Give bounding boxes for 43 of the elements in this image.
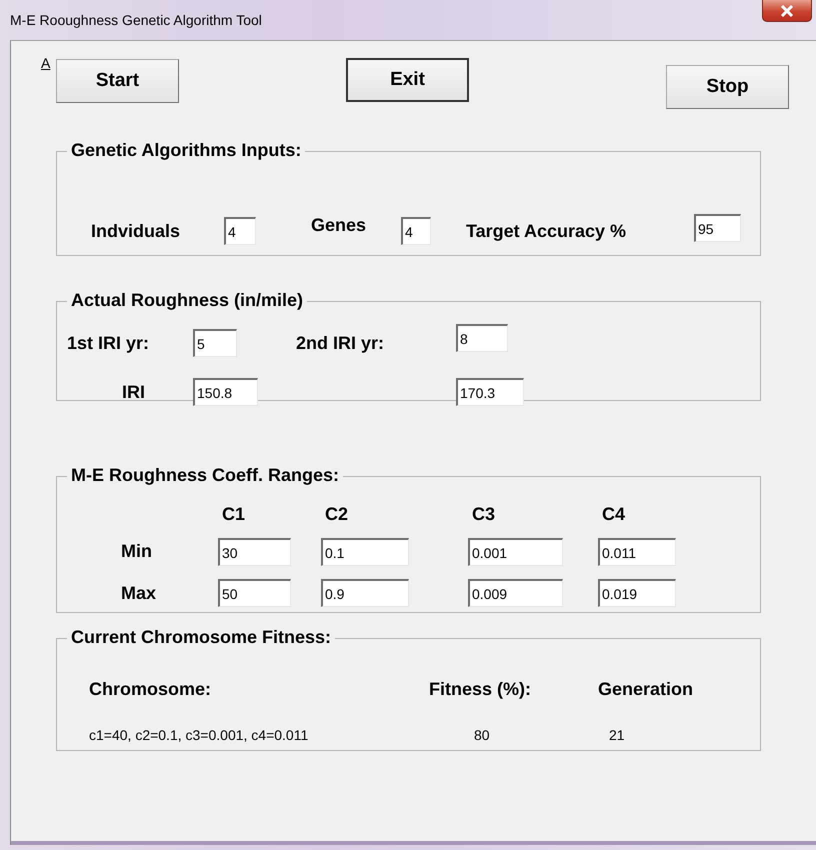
column-header: Chromosome: — [89, 678, 212, 700]
input-field[interactable]: 4 — [224, 217, 256, 245]
input-field[interactable]: 5 — [193, 329, 237, 357]
field-label: IRI — [121, 382, 146, 402]
row-label: Max — [121, 582, 158, 604]
column-header: Fitness (%): — [429, 678, 532, 700]
input-field[interactable]: 0.011 — [598, 538, 676, 566]
input-field[interactable]: 8 — [456, 324, 508, 352]
field-label: Genes — [311, 214, 368, 236]
close-button[interactable] — [762, 0, 812, 22]
input-field[interactable]: 0.019 — [598, 579, 676, 608]
value-text: 21 — [608, 727, 626, 744]
value-text: c1=40, c2=0.1, c3=0.001, c4=0.011 — [89, 727, 310, 744]
input-field[interactable]: 170.3 — [456, 378, 524, 406]
close-icon — [780, 4, 794, 16]
column-header: C2 — [324, 504, 350, 525]
input-field[interactable]: 0.9 — [321, 579, 409, 608]
column-header: C4 — [601, 504, 626, 525]
group-title: Genetic Algorithms Inputs: — [67, 140, 306, 161]
field-label: Target Accuracy % — [466, 220, 628, 242]
value-text: 80 — [473, 727, 491, 744]
column-header: C1 — [221, 504, 246, 525]
input-field[interactable]: 30 — [218, 538, 291, 566]
input-field[interactable]: 4 — [401, 217, 431, 245]
input-field[interactable]: 50 — [218, 579, 291, 608]
input-field[interactable]: 0.1 — [321, 538, 409, 566]
column-header: Generation — [598, 678, 694, 700]
field-label: 2nd IRI yr: — [296, 332, 386, 354]
group-title: M-E Roughness Coeff. Ranges: — [67, 465, 344, 486]
column-header: C3 — [471, 504, 496, 525]
start-button[interactable]: Start — [56, 59, 179, 103]
window-title: M-E Rooughness Genetic Algorithm Tool — [10, 12, 262, 28]
exit-button[interactable]: Exit — [346, 58, 469, 102]
input-field[interactable]: 0.001 — [468, 538, 563, 566]
menu-label[interactable]: A — [41, 55, 50, 71]
group-title: Actual Roughness (in/mile) — [67, 290, 308, 311]
input-field[interactable]: 95 — [694, 214, 741, 242]
stop-button[interactable]: Stop — [666, 65, 789, 109]
field-label: 1st IRI yr: — [67, 332, 150, 354]
row-label: Min — [121, 541, 153, 562]
field-label: Indviduals — [91, 220, 182, 242]
input-field[interactable]: 150.8 — [193, 378, 258, 406]
input-field[interactable]: 0.009 — [468, 579, 563, 608]
